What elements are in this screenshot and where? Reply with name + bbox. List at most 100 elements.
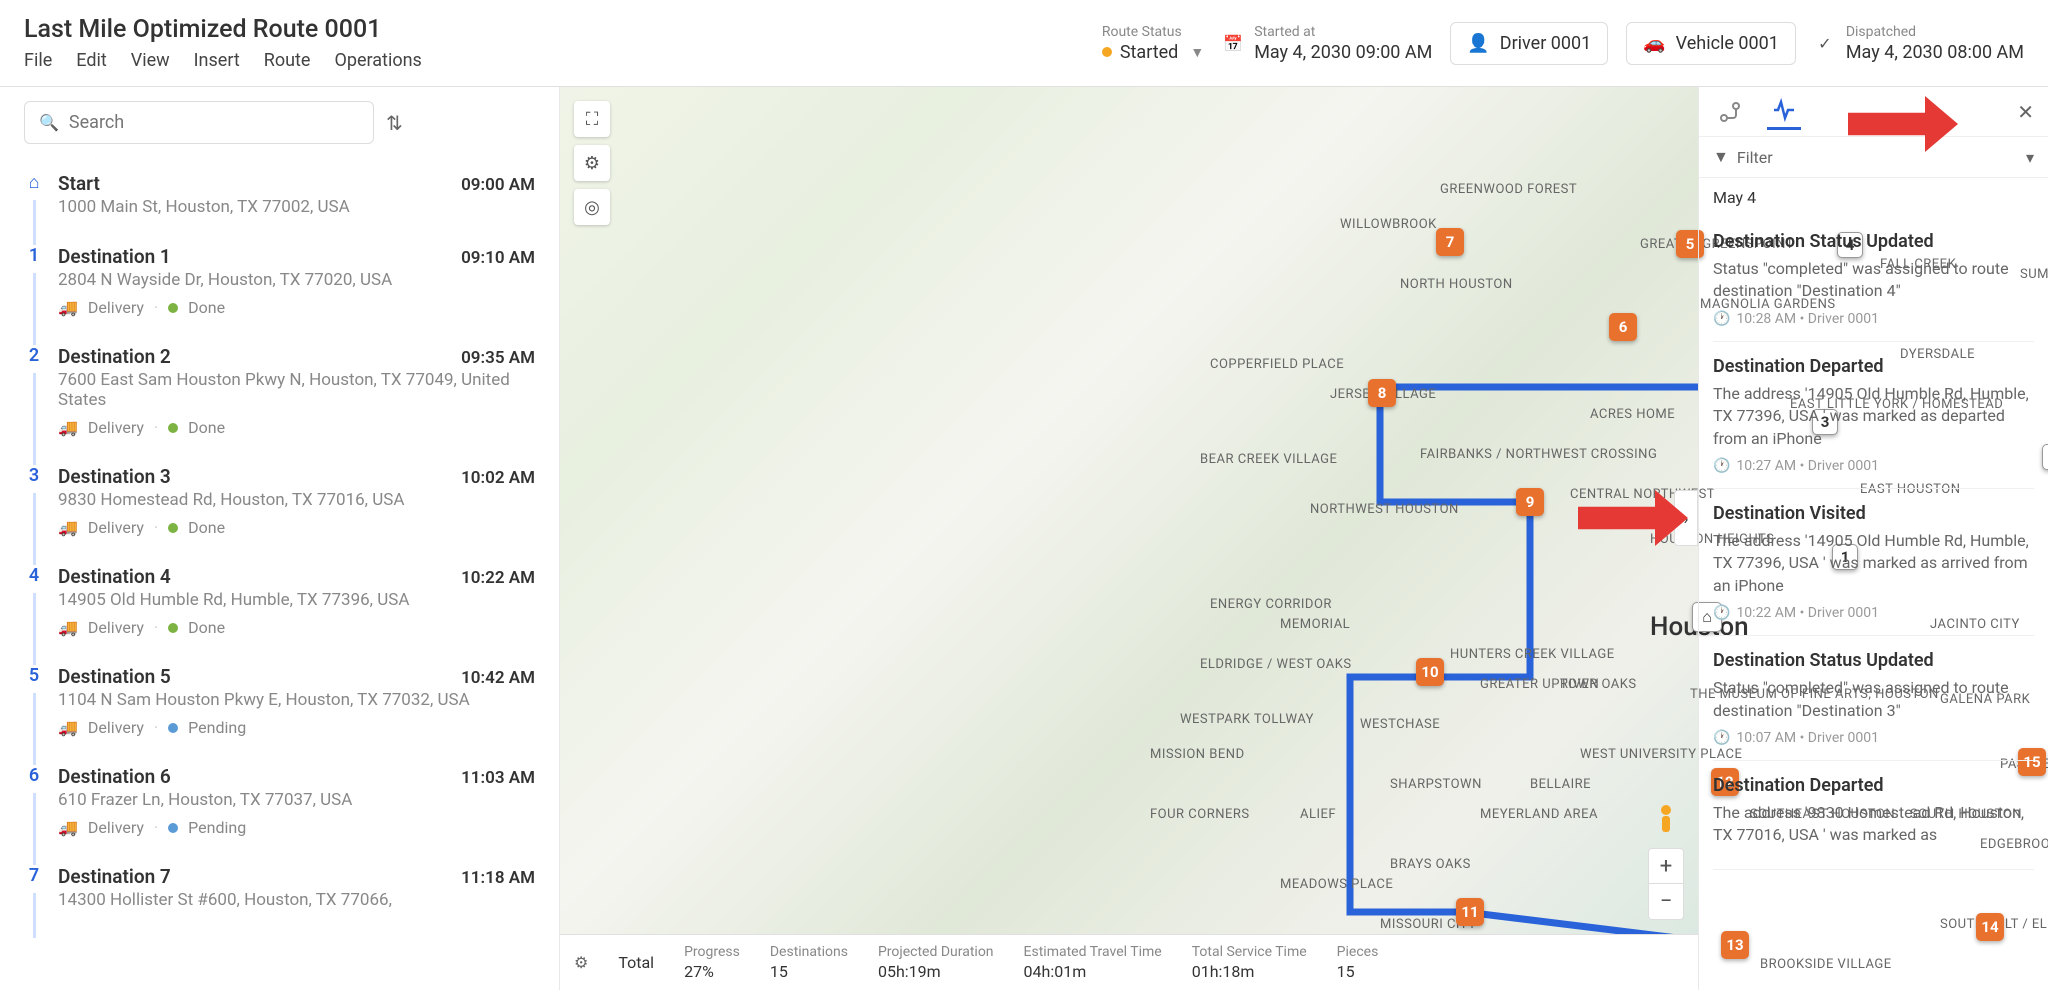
truck-icon: 🚚 xyxy=(58,298,78,317)
search-bar: 🔍 ⇅ xyxy=(0,87,559,158)
close-icon[interactable]: ✕ xyxy=(2017,100,2034,124)
stop-number: 3 xyxy=(29,465,39,486)
menu-operations[interactable]: Operations xyxy=(334,50,421,71)
stop-item[interactable]: 5Destination 510:42 AM1104 N Sam Houston… xyxy=(24,651,535,751)
route-tab-icon[interactable] xyxy=(1713,95,1747,129)
driver-pill[interactable]: 👤Driver 0001 xyxy=(1450,22,1608,65)
map-label: Brays Oaks xyxy=(1390,857,1471,872)
stop-number: 2 xyxy=(29,345,39,366)
stop-item[interactable]: 2 Destination 2 09:35 AM7600 East Sam Hous… xyxy=(24,331,535,451)
stop-address: 1000 Main St, Houston, TX 77002, USA xyxy=(58,197,535,217)
map-marker[interactable]: 11 xyxy=(1456,898,1484,926)
menu-view[interactable]: View xyxy=(131,50,170,71)
map-marker[interactable]: 6 xyxy=(1609,313,1637,341)
stop-address: 14905 Old Humble Rd, Humble, TX 77396, U… xyxy=(58,590,535,610)
footer-total-label: Total xyxy=(618,953,654,972)
status-bullet-icon xyxy=(168,623,178,633)
activity-event[interactable]: Destination DepartedThe address '14905 O… xyxy=(1713,342,2034,489)
truck-icon: 🚚 xyxy=(58,818,78,837)
sort-icon[interactable]: ⇅ xyxy=(386,111,403,135)
truck-icon: 🚚 xyxy=(58,718,78,737)
route-title: Last Mile Optimized Route 0001 xyxy=(24,15,1082,44)
stop-time: 09:35 AM xyxy=(461,348,535,368)
header-right: Route Status Started▼ 📅 Started at May 4… xyxy=(1102,22,2024,65)
stop-number: 6 xyxy=(29,765,39,786)
status-dot-icon xyxy=(1102,47,1112,57)
event-title: Destination Status Updated xyxy=(1713,231,2034,252)
footer-gear-icon[interactable]: ⚙ xyxy=(574,953,588,972)
truck-icon: 🚚 xyxy=(58,518,78,537)
stop-name: Destination 5 xyxy=(58,665,171,688)
map-label: North Houston xyxy=(1400,277,1513,292)
stop-item[interactable]: 1Destination 109:10 AM2804 N Wayside Dr,… xyxy=(24,231,535,331)
activity-event[interactable]: Destination Status UpdatedStatus "comple… xyxy=(1713,636,2034,761)
activity-event[interactable]: Destination Visited The address '14905 Ol… xyxy=(1713,489,2034,636)
stop-time: 09:10 AM xyxy=(461,248,535,268)
map-label: Bear Creek Village xyxy=(1200,452,1337,467)
event-desc: The address '14905 Old Humble Rd, Humble… xyxy=(1713,530,2034,597)
map-marker[interactable]: 8 xyxy=(1368,379,1396,407)
map-footer: ⚙ Total Progress27%Destinations15Project… xyxy=(560,934,1698,990)
status-bullet-icon xyxy=(168,423,178,433)
search-icon: 🔍 xyxy=(39,113,59,132)
map-marker[interactable]: 10 xyxy=(1416,658,1444,686)
map[interactable]: WillowbrookGreenwood ForestGreater Green… xyxy=(560,87,1698,990)
map-label: Fairbanks / Northwest Crossing xyxy=(1420,447,1657,462)
stop-item[interactable]: ⌂Start09:00 AM1000 Main St, Houston, TX … xyxy=(24,158,535,231)
stop-item[interactable]: 7Destination 711:18 AM14300 Hollister St… xyxy=(24,851,535,924)
route-status[interactable]: Route Status Started▼ xyxy=(1102,24,1204,63)
status-bullet-icon xyxy=(168,723,178,733)
activity-event[interactable]: Destination DepartedThe address '9830 Ho… xyxy=(1713,761,2034,870)
search-input[interactable] xyxy=(69,112,359,133)
menu-edit[interactable]: Edit xyxy=(76,50,106,71)
map-label: Hunters Creek Village xyxy=(1450,647,1615,662)
map-label: Copperfield Place xyxy=(1210,357,1344,372)
pegman-icon[interactable] xyxy=(1650,802,1682,840)
zoom-out-button[interactable]: − xyxy=(1648,884,1684,920)
map-label: Greenwood Forest xyxy=(1440,182,1577,197)
fullscreen-icon[interactable]: ⛶ xyxy=(574,101,610,137)
chevron-down-icon: ▾ xyxy=(2026,148,2034,167)
stop-address: 14300 Hollister St #600, Houston, TX 770… xyxy=(58,890,535,910)
map-marker[interactable]: 9 xyxy=(1516,488,1544,516)
event-title: Destination Visited xyxy=(1713,503,2034,524)
clock-icon: 🕐 xyxy=(1713,458,1730,474)
map-controls: ⛶ ⚙ ◎ xyxy=(574,101,610,225)
map-label: Westpark Tollway xyxy=(1180,712,1314,727)
locate-icon[interactable]: ◎ xyxy=(574,189,610,225)
truck-icon: 🚚 xyxy=(58,618,78,637)
stop-number: 4 xyxy=(29,565,39,586)
stop-address: 610 Frazer Ln, Houston, TX 77037, USA xyxy=(58,790,535,810)
activity-tab-icon[interactable] xyxy=(1767,96,1801,130)
zoom-in-button[interactable]: + xyxy=(1648,848,1684,884)
menu-file[interactable]: File xyxy=(24,50,52,71)
event-desc: The address '14905 Old Humble Rd, Humble… xyxy=(1713,383,2034,450)
stop-item[interactable]: 3Destination 310:02 AM9830 Homestead Rd,… xyxy=(24,451,535,551)
filter-icon: ▼ xyxy=(1713,147,1729,167)
vehicle-pill[interactable]: 🚗Vehicle 0001 xyxy=(1626,22,1796,65)
menu-route[interactable]: Route xyxy=(264,50,311,71)
activity-event[interactable]: Destination Status UpdatedStatus "comple… xyxy=(1713,217,2034,342)
menu-insert[interactable]: Insert xyxy=(194,50,240,71)
footer-col: Estimated Travel Time04h:01m xyxy=(1024,944,1162,981)
stop-item[interactable]: 4Destination 410:22 AM14905 Old Humble R… xyxy=(24,551,535,651)
activity-events[interactable]: Destination Status Updated Status "comple… xyxy=(1699,217,2048,990)
stop-time: 11:03 AM xyxy=(461,768,535,788)
map-marker[interactable]: 7 xyxy=(1436,228,1464,256)
dispatched: ✓ Dispatched May 4, 2030 08:00 AM xyxy=(1814,24,2024,63)
filter-bar[interactable]: ▼Filter▾ xyxy=(1699,137,2048,178)
event-desc: Status "completed" was assigned to route… xyxy=(1713,677,2034,722)
stop-name: Destination 3 xyxy=(58,465,171,488)
stop-address: 7600 East Sam Houston Pkwy N, Houston, T… xyxy=(58,370,535,410)
map-label: Acres Home xyxy=(1590,407,1675,422)
map-label: Alief xyxy=(1300,807,1336,822)
stop-item[interactable]: 6Destination 611:03 AM610 Frazer Ln, Hou… xyxy=(24,751,535,851)
stop-name: Destination 2 xyxy=(58,345,171,368)
stop-time: 10:42 AM xyxy=(461,668,535,688)
header: Last Mile Optimized Route 0001 File Edit V… xyxy=(0,0,2048,87)
search-box[interactable]: 🔍 xyxy=(24,101,374,144)
zoom-controls: + − xyxy=(1648,848,1684,920)
map-label: Meadows Place xyxy=(1280,877,1393,892)
gear-icon[interactable]: ⚙ xyxy=(574,145,610,181)
stops-list[interactable]: ⌂Start09:00 AM1000 Main St, Houston, TX … xyxy=(0,158,559,990)
